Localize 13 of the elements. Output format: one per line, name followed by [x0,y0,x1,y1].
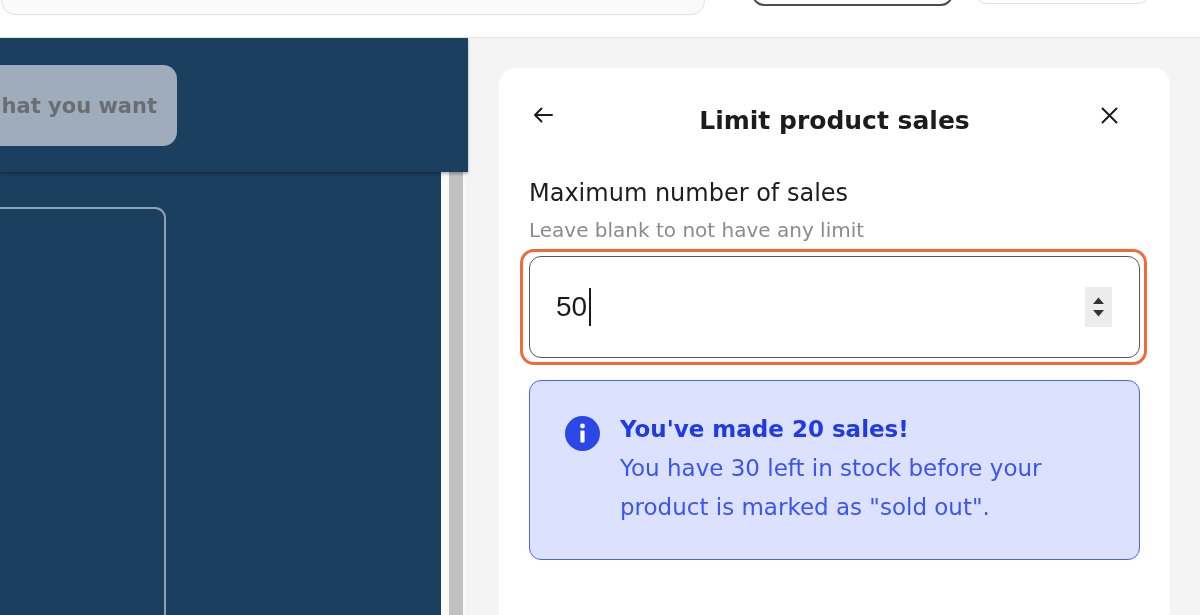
notice-message: You have 30 left in stock before your product is marked as "sold out". [620,454,1043,522]
info-icon [565,416,600,451]
stepper-icon[interactable] [1085,287,1112,327]
number-input[interactable]: 50 [529,256,1140,358]
left-arrow-icon [533,107,553,123]
close-icon [1101,107,1118,124]
scrollbar-thumb[interactable] [449,172,463,615]
notice-title: You've made 20 sales! [620,415,910,444]
back-button[interactable] [533,107,553,123]
field-label: Maximum number of sales [529,179,850,207]
field-hint: Leave blank to not have any limit [529,219,866,241]
close-button[interactable] [1101,107,1118,124]
dialog-title: Limit product sales [699,105,970,137]
